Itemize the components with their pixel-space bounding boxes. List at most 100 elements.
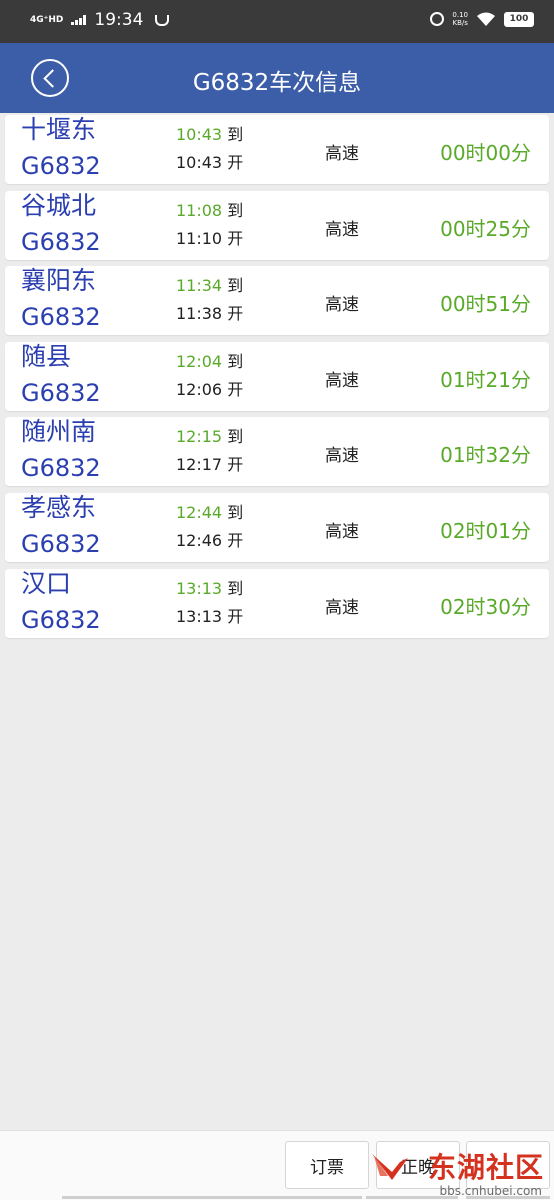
arrival-time: 13:13 到 (176, 579, 243, 599)
watermark: 东湖社区 bbs.cnhubei.com (370, 1138, 550, 1198)
arrival-label: 到 (227, 578, 244, 598)
elapsed-duration: 02时30分 (440, 594, 531, 619)
departure-label: 开 (227, 153, 244, 172)
network-indicator: 4G⁺HD (30, 14, 64, 25)
arrival-time: 12:04 到 (176, 352, 243, 372)
station-name: 汉口 (21, 568, 72, 598)
train-number: G6832 (21, 605, 101, 634)
departure-time-value: 11:10 (176, 228, 223, 248)
status-bar: 4G⁺HD 19:34 0.10 KB/s 100 (0, 0, 554, 43)
seat-type: 高速 (325, 446, 359, 467)
train-number: G6832 (21, 529, 101, 558)
elapsed-duration: 00时51分 (440, 292, 531, 317)
alarm-icon (430, 12, 445, 26)
divider (62, 1196, 362, 1199)
seat-type: 高速 (325, 219, 359, 240)
seat-type: 高速 (325, 597, 359, 618)
stop-row[interactable]: 谷城北 G6832 11:08 到 11:10 开 高速 00时25分 (5, 190, 549, 260)
elapsed-duration: 00时00分 (440, 141, 531, 165)
status-left: 4G⁺HD 19:34 (30, 10, 170, 30)
speed-unit: KB/s (452, 19, 468, 27)
departure-time: 13:13 开 (176, 607, 243, 627)
arrival-time: 12:44 到 (176, 503, 243, 523)
train-number: G6832 (21, 378, 101, 407)
book-ticket-button[interactable]: 订票 (285, 1141, 369, 1189)
seat-type: 高速 (325, 295, 359, 316)
departure-label: 开 (227, 228, 244, 248)
train-number: G6832 (21, 227, 101, 256)
departure-label: 开 (227, 530, 244, 550)
notification-icon (155, 14, 170, 26)
stop-list: 十堰东 G6832 10:43 到 10:43 开 高速 00时00分 谷城北 … (5, 115, 549, 644)
stop-row[interactable]: 襄阳东 G6832 11:34 到 11:38 开 高速 00时51分 (5, 266, 549, 336)
stop-row[interactable]: 汉口 G6832 13:13 到 13:13 开 高速 02时30分 (5, 568, 549, 638)
speed-value: 0.10 (452, 11, 468, 19)
battery-indicator: 100 (504, 11, 534, 27)
seat-type: 高速 (325, 144, 359, 164)
train-number: G6832 (21, 303, 101, 332)
arrival-time-value: 11:34 (176, 276, 223, 296)
watermark-url: bbs.cnhubei.com (439, 1184, 543, 1198)
departure-time: 10:43 开 (176, 153, 243, 173)
departure-time-value: 13:13 (176, 606, 223, 626)
departure-time: 12:46 开 (176, 531, 243, 551)
arrival-time: 11:08 到 (176, 201, 243, 221)
station-name: 襄阳东 (21, 266, 97, 296)
wifi-icon (477, 12, 495, 26)
watermark-logo-icon (372, 1154, 408, 1180)
departure-time: 11:38 开 (176, 304, 243, 324)
elapsed-duration: 01时32分 (440, 443, 531, 468)
train-number: G6832 (21, 152, 101, 180)
arrival-time-value: 10:43 (176, 125, 223, 144)
status-right: 0.10 KB/s 100 (430, 11, 534, 27)
departure-time: 12:17 开 (176, 455, 243, 475)
arrival-time-value: 12:04 (176, 351, 223, 371)
elapsed-duration: 00时25分 (440, 216, 531, 241)
arrival-label: 到 (227, 200, 244, 220)
departure-time: 11:10 开 (176, 229, 243, 249)
seat-type: 高速 (325, 370, 359, 391)
arrival-label: 到 (227, 276, 244, 296)
departure-time-value: 12:06 (176, 379, 223, 399)
stop-row[interactable]: 十堰东 G6832 10:43 到 10:43 开 高速 00时00分 (5, 115, 549, 184)
signal-icon (71, 15, 87, 25)
arrival-time-value: 12:44 (176, 502, 223, 522)
station-name: 十堰东 (21, 115, 97, 144)
arrival-label: 到 (227, 427, 244, 447)
departure-time: 12:06 开 (176, 380, 243, 400)
stop-row[interactable]: 随州南 G6832 12:15 到 12:17 开 高速 01时32分 (5, 417, 549, 487)
elapsed-duration: 01时21分 (440, 367, 531, 392)
arrival-label: 到 (227, 125, 244, 144)
bottom-bar: 订票 正晚 东湖社区 bbs.cnhubei.com (0, 1130, 554, 1200)
train-number: G6832 (21, 454, 101, 483)
departure-label: 开 (227, 606, 244, 626)
arrival-label: 到 (227, 351, 244, 371)
arrival-label: 到 (227, 502, 244, 522)
watermark-brand: 东湖社区 (427, 1151, 544, 1184)
departure-label: 开 (227, 379, 244, 399)
arrival-time-value: 12:15 (176, 427, 223, 447)
arrival-time: 10:43 到 (176, 125, 243, 145)
header-bar: G6832车次信息 (0, 43, 554, 113)
departure-label: 开 (227, 455, 244, 475)
seat-type: 高速 (325, 521, 359, 542)
departure-time-value: 12:46 (176, 530, 223, 550)
station-name: 孝感东 (21, 492, 97, 522)
departure-time-value: 10:43 (176, 153, 223, 172)
arrival-time: 11:34 到 (176, 276, 243, 296)
elapsed-duration: 02时01分 (440, 518, 531, 543)
station-name: 随县 (21, 341, 72, 371)
station-name: 随州南 (21, 417, 97, 447)
station-name: 谷城北 (21, 190, 97, 220)
stop-row[interactable]: 孝感东 G6832 12:44 到 12:46 开 高速 02时01分 (5, 492, 549, 562)
arrival-time-value: 11:08 (176, 200, 223, 220)
stop-row[interactable]: 随县 G6832 12:04 到 12:06 开 高速 01时21分 (5, 341, 549, 411)
network-speed: 0.10 KB/s (452, 11, 468, 27)
arrival-time-value: 13:13 (176, 578, 223, 598)
departure-label: 开 (227, 304, 244, 324)
departure-time-value: 11:38 (176, 304, 223, 324)
departure-time-value: 12:17 (176, 455, 223, 475)
status-time: 19:34 (94, 10, 144, 30)
arrival-time: 12:15 到 (176, 427, 243, 447)
page-title: G6832车次信息 (192, 70, 362, 96)
